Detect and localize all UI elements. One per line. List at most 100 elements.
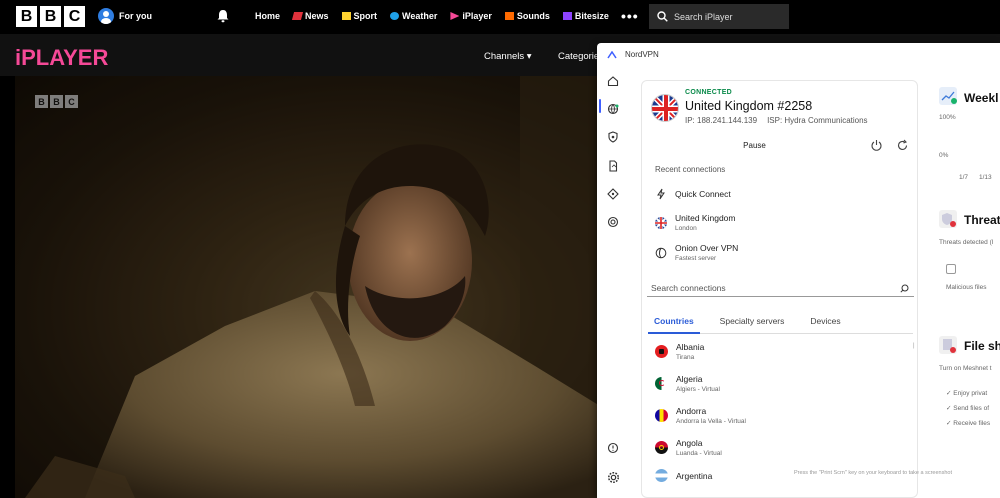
country-name: Angola: [676, 438, 703, 448]
argentina-flag-icon: [655, 469, 668, 482]
andorra-flag-icon: [655, 409, 668, 422]
recent-name: Onion Over VPN: [675, 243, 739, 253]
feature-bullet: ✓ Enjoy privat: [946, 390, 988, 397]
settings-gear-icon[interactable]: [605, 469, 621, 485]
chart-0-label: 0%: [939, 152, 949, 159]
ip-address: IP: 188.241.144.139: [685, 116, 758, 125]
weather-icon: [390, 12, 400, 20]
uk-flag-icon: [655, 216, 667, 229]
right-info-panel: Weekl 100% 0% 1/7 1/13 Threat Threats de…: [927, 83, 1000, 498]
isp-name: ISP: Hydra Communications: [767, 116, 868, 125]
country-item-albania[interactable]: Albania Tirana: [655, 342, 704, 361]
nav-news-label: News: [305, 11, 329, 21]
bitesize-icon: [562, 12, 572, 20]
search-icon: [900, 284, 909, 293]
onion-icon: [655, 247, 667, 258]
bbc-logo-letter: C: [64, 6, 85, 27]
watermark-letter: B: [35, 95, 48, 108]
more-menu-button[interactable]: •••: [621, 8, 639, 24]
country-item-argentina[interactable]: Argentina: [655, 469, 712, 482]
country-city: Luanda - Virtual: [676, 450, 722, 457]
feature-bullet: ✓ Receive files: [946, 420, 991, 427]
server-name: United Kingdom #2258: [685, 99, 813, 113]
nav-bitesize[interactable]: Bitesize: [562, 11, 609, 21]
lightning-icon: [657, 188, 665, 200]
bell-icon[interactable]: [216, 9, 230, 23]
disconnect-power-icon[interactable]: [870, 139, 883, 152]
nav-sounds-label: Sounds: [516, 11, 550, 21]
bbc-top-nav: B B C For you Home News Sport Weather iP…: [0, 0, 1000, 34]
target-icon[interactable]: [605, 214, 621, 230]
nav-sport-label: Sport: [353, 11, 378, 21]
sounds-icon: [504, 12, 514, 20]
video-player[interactable]: B B C: [15, 76, 600, 498]
nav-bitesize-label: Bitesize: [574, 11, 609, 21]
connection-card: CONNECTED United Kingdom #2258 IP: 188.2…: [641, 80, 918, 498]
quick-connect-item[interactable]: Quick Connect: [655, 188, 731, 200]
country-item-algeria[interactable]: Algeria Algiers - Virtual: [655, 374, 720, 393]
recent-sub: London: [675, 225, 697, 232]
watermark-letter: B: [50, 95, 63, 108]
search-iplayer-input[interactable]: Search iPlayer: [649, 4, 789, 29]
reconnect-icon[interactable]: [896, 139, 909, 152]
bbc-watermark: B B C: [35, 95, 78, 108]
active-indicator: [599, 99, 601, 113]
country-city: Andorra la Vella - Virtual: [676, 418, 746, 425]
for-you-link[interactable]: For you: [98, 8, 152, 24]
quick-connect-label: Quick Connect: [675, 189, 731, 199]
nav-weather-label: Weather: [402, 11, 438, 21]
nav-home[interactable]: Home: [255, 11, 280, 21]
nav-weather[interactable]: Weather: [390, 11, 437, 21]
angola-flag-icon: [655, 441, 668, 454]
algeria-flag-icon: [655, 377, 668, 390]
nav-sport[interactable]: Sport: [341, 11, 378, 21]
malicious-files-label: Malicious files: [946, 284, 987, 291]
feature-bullet-text: Send files of: [953, 405, 990, 412]
bbc-logo[interactable]: B B C: [16, 6, 85, 27]
bbc-logo-letter: B: [40, 6, 61, 27]
iplayer-logo[interactable]: iPLAYER: [15, 45, 108, 71]
chart-date-label: 1/13: [979, 174, 992, 181]
recent-sub: Fastest server: [675, 255, 717, 262]
tab-devices[interactable]: Devices: [804, 314, 846, 333]
account-icon: [98, 8, 114, 24]
country-city: Algiers - Virtual: [676, 386, 720, 393]
help-icon[interactable]: [605, 440, 621, 456]
app-title: NordVPN: [625, 50, 659, 59]
watermark-letter: C: [65, 95, 78, 108]
recent-item-onion[interactable]: Onion Over VPN Fastest server: [655, 243, 738, 262]
search-connections-input[interactable]: Search connections: [647, 280, 914, 297]
country-name: Algeria: [676, 374, 703, 384]
country-name: Andorra: [676, 406, 707, 416]
nordvpn-logo-icon: [607, 50, 617, 58]
globe-icon[interactable]: [605, 101, 621, 117]
chart-100-label: 100%: [939, 114, 956, 121]
shield-icon[interactable]: [605, 129, 621, 145]
file-share-icon[interactable]: [605, 158, 621, 174]
nav-sounds[interactable]: Sounds: [504, 11, 550, 21]
news-icon: [291, 12, 304, 20]
video-frame: [15, 76, 600, 498]
home-icon[interactable]: [605, 73, 621, 89]
pause-button[interactable]: Pause: [642, 138, 867, 154]
nordvpn-titlebar: NordVPN: [607, 50, 659, 59]
recent-name: United Kingdom: [675, 213, 736, 223]
threats-detected-label: Threats detected (l: [939, 239, 994, 246]
search-icon: [657, 11, 668, 22]
meshnet-icon[interactable]: [605, 186, 621, 202]
scroll-indicator[interactable]: |: [913, 343, 915, 349]
country-item-andorra[interactable]: Andorra Andorra la Vella - Virtual: [655, 406, 746, 425]
nav-iplayer[interactable]: iPlayer: [450, 11, 492, 21]
side-rail: [597, 69, 629, 498]
channels-menu[interactable]: Channels ▾: [484, 51, 532, 62]
albania-flag-icon: [655, 345, 668, 358]
recent-item-uk[interactable]: United Kingdom London: [655, 213, 735, 232]
tab-specialty-servers[interactable]: Specialty servers: [714, 314, 791, 333]
country-item-angola[interactable]: Angola Luanda - Virtual: [655, 438, 722, 457]
tab-countries[interactable]: Countries: [648, 314, 700, 334]
search-placeholder: Search iPlayer: [674, 11, 733, 22]
weekly-title: Weekl: [964, 91, 999, 105]
file-icon: [946, 264, 956, 274]
server-tabs: Countries Specialty servers Devices: [648, 314, 913, 334]
nav-news[interactable]: News: [291, 11, 329, 21]
